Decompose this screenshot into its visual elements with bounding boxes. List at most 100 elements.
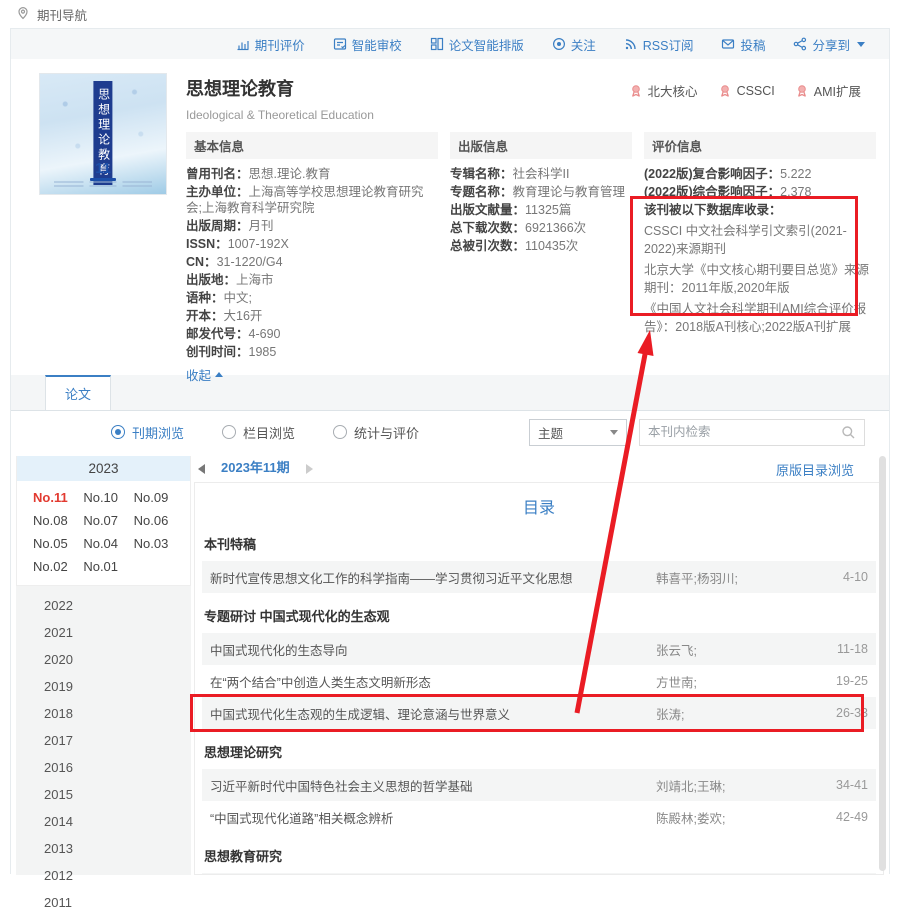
toc-article-row[interactable]: 新时代宣传思想文化工作的科学指南——学习贯彻习近平文化思想 韩喜平;杨羽川; 4… <box>202 561 876 593</box>
search-icon[interactable] <box>841 425 856 440</box>
journal-info-section: 思想理论教育 11 思想理论教育 Ideological & Theoretic… <box>11 59 889 375</box>
year-item[interactable]: 2011 <box>16 889 191 916</box>
toc-article-row[interactable]: “中国式现代化道路”相关概念辨析 陈殿林;娄欢; 42-49 <box>202 801 876 833</box>
database-entry: 《中国人文社会科学期刊AMI综合评价报告》：2018版A刊核心;2022版A刊扩… <box>644 300 872 336</box>
field-value: 中文; <box>224 291 252 305</box>
year-header[interactable]: 2023 <box>17 456 190 481</box>
collapse-link[interactable]: 收起 <box>186 365 223 384</box>
toc-article-row[interactable]: 新时代思想政治教育的战略思维 李辉;冯东东; 50-55 <box>202 873 876 875</box>
journal-cover[interactable]: 思想理论教育 11 <box>39 73 167 195</box>
year-item[interactable]: 2022 <box>16 592 191 619</box>
issue-item[interactable]: No.03 <box>134 532 184 555</box>
issue-item[interactable]: No.08 <box>33 509 83 532</box>
search-input[interactable] <box>648 425 841 439</box>
year-item[interactable]: 2016 <box>16 754 191 781</box>
basic-info-header: 基本信息 <box>186 132 438 159</box>
toc-article-row[interactable]: 中国式现代化的生态导向 张云飞; 11-18 <box>202 633 876 665</box>
year-item[interactable]: 2018 <box>16 700 191 727</box>
field-label: 开本： <box>186 309 224 323</box>
rss-icon <box>624 37 638 51</box>
issue-item[interactable]: No.07 <box>83 509 133 532</box>
issue-item[interactable]: No.10 <box>83 486 133 509</box>
article-authors[interactable]: 张云飞; <box>656 640 822 659</box>
toc-scrollbar[interactable] <box>879 456 886 871</box>
submit-manuscript-button[interactable]: 投稿 <box>721 35 765 54</box>
field-label: 邮发代号： <box>186 327 249 341</box>
year-item[interactable]: 2020 <box>16 646 191 673</box>
toc-article-row[interactable]: 中国式现代化生态观的生成逻辑、理论意涵与世界意义 张涛; 26-33 <box>202 697 876 729</box>
article-pages: 26-33 <box>822 706 868 720</box>
smart-proofread-button[interactable]: 智能审校 <box>333 35 402 54</box>
issue-item[interactable]: No.06 <box>134 509 184 532</box>
article-authors[interactable]: 方世南; <box>656 672 822 691</box>
field-value: 2.378 <box>780 185 811 199</box>
article-authors[interactable]: 张涛; <box>656 704 822 723</box>
article-title[interactable]: 中国式现代化的生态导向 <box>210 640 656 659</box>
rss-subscribe-button[interactable]: RSS订阅 <box>624 35 694 54</box>
info-field: 出版周期：月刊 <box>186 218 438 234</box>
field-label: 出版地： <box>186 273 236 287</box>
year-list: 2022202120202019201820172016201520142013… <box>16 586 191 916</box>
issue-item[interactable]: No.04 <box>83 532 133 555</box>
database-list: CSSCI 中文社会科学引文索引(2021-2022)来源期刊北京大学《中文核心… <box>644 222 876 336</box>
breadcrumb-label[interactable]: 期刊导航 <box>37 5 87 24</box>
cover-issue-number: 11 <box>40 160 166 181</box>
issue-item[interactable]: No.05 <box>33 532 83 555</box>
radio-stats-evaluation[interactable]: 统计与评价 <box>333 423 419 442</box>
field-label: 出版文献量： <box>450 203 525 217</box>
year-item[interactable]: 2019 <box>16 673 191 700</box>
field-label: 语种： <box>186 291 224 305</box>
next-issue-arrow-icon[interactable] <box>306 464 313 474</box>
article-authors[interactable]: 刘靖北;王琳; <box>656 776 822 795</box>
year-item[interactable]: 2013 <box>16 835 191 862</box>
article-title[interactable]: 中国式现代化生态观的生成逻辑、理论意涵与世界意义 <box>210 704 656 723</box>
toc-article-row[interactable]: 在“两个结合”中创造人类生态文明新形态 方世南; 19-25 <box>202 665 876 697</box>
info-field: 曾用刊名：思想.理论.教育 <box>186 166 438 182</box>
issue-item[interactable]: No.09 <box>134 486 184 509</box>
issue-item[interactable]: No.01 <box>83 555 133 578</box>
article-title[interactable]: 新时代宣传思想文化工作的科学指南——学习贯彻习近平文化思想 <box>210 568 656 587</box>
follow-button[interactable]: 关注 <box>552 35 596 54</box>
radio-issue-browse[interactable]: 刊期浏览 <box>111 423 184 442</box>
toc-section-header: 专题研讨 中国式现代化的生态观 <box>195 593 883 633</box>
location-pin-icon <box>16 6 30 23</box>
search-field-select[interactable]: 主题 <box>529 419 627 446</box>
info-field: (2022版)综合影响因子：2.378 <box>644 184 876 200</box>
share-icon <box>793 37 807 51</box>
in-journal-search <box>639 419 865 446</box>
filter-row: 刊期浏览 栏目浏览 统计与评价 主题 <box>11 411 889 453</box>
field-label: (2022版)综合影响因子： <box>644 185 780 199</box>
smart-typeset-button[interactable]: 论文智能排版 <box>430 35 524 54</box>
year-item[interactable]: 2012 <box>16 862 191 889</box>
share-button[interactable]: 分享到 <box>793 35 865 54</box>
field-value: 110435次 <box>525 239 578 253</box>
info-field: 总被引次数：110435次 <box>450 238 632 254</box>
issue-item[interactable]: No.02 <box>33 555 83 578</box>
year-item[interactable]: 2014 <box>16 808 191 835</box>
journal-evaluation-button[interactable]: 期刊评价 <box>236 35 305 54</box>
prev-issue-arrow-icon[interactable] <box>198 464 205 474</box>
year-item[interactable]: 2021 <box>16 619 191 646</box>
article-title[interactable]: “中国式现代化道路”相关概念辨析 <box>210 808 656 827</box>
article-title[interactable]: 在“两个结合”中创造人类生态文明新形态 <box>210 672 656 691</box>
publication-info-header: 出版信息 <box>450 132 632 159</box>
toc-title: 目录 <box>195 483 883 521</box>
year-item[interactable]: 2015 <box>16 781 191 808</box>
year-sidebar: 2023 No.11No.10No.09 No.08No.07No.06 No.05… <box>16 456 191 875</box>
year-item[interactable]: 2017 <box>16 727 191 754</box>
toc-section: 思想教育研究 新时代思想政治教育的战略思维 李辉;冯东东; 50-55 爱国主义… <box>195 833 883 875</box>
core-journal-badge: AMI扩展 <box>795 81 861 100</box>
radio-column-browse[interactable]: 栏目浏览 <box>222 423 295 442</box>
article-authors[interactable]: 陈殿林;娄欢; <box>656 808 822 827</box>
article-pages: 4-10 <box>822 570 868 584</box>
issue-item[interactable]: No.11 <box>33 486 83 509</box>
journal-card: 期刊评价 智能审校 论文智能排版 关注 RSS订阅 <box>10 28 890 874</box>
tab-articles[interactable]: 论文 <box>45 375 111 410</box>
radio-dot-icon <box>111 425 125 439</box>
current-issue-tab[interactable]: 2023年11期 <box>209 454 302 484</box>
original-toc-link[interactable]: 原版目录浏览 <box>776 460 880 479</box>
article-authors[interactable]: 韩喜平;杨羽川; <box>656 568 822 587</box>
toc-article-row[interactable]: 习近平新时代中国特色社会主义思想的哲学基础 刘靖北;王琳; 34-41 <box>202 769 876 801</box>
article-title[interactable]: 习近平新时代中国特色社会主义思想的哲学基础 <box>210 776 656 795</box>
info-field: 专题名称：教育理论与教育管理 <box>450 184 632 200</box>
